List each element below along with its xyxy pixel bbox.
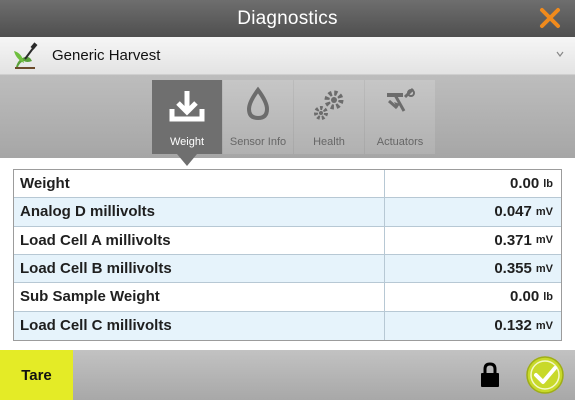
table-row: Sub Sample Weight 0.00 lb	[14, 283, 561, 312]
gears-icon	[314, 90, 344, 120]
actuator-icon	[387, 87, 415, 112]
table-row: Weight 0.00 lb	[14, 170, 561, 199]
row-name: Weight	[14, 170, 385, 198]
row-name: Analog D millivolts	[14, 198, 385, 226]
close-icon[interactable]	[537, 5, 563, 31]
selector-value: Generic Harvest	[52, 47, 161, 64]
harvest-selector[interactable]: Generic Harvest	[0, 37, 575, 75]
tab-sensor-info[interactable]: Sensor Info	[223, 80, 293, 154]
table-row: Load Cell C millivolts 0.132 mV	[14, 311, 561, 340]
crop-sprout-icon	[14, 41, 38, 69]
row-unit: lb	[543, 177, 553, 190]
row-value-cell: 0.00 lb	[385, 170, 561, 197]
tab-bar: Weight Sensor Info Health Actuators	[0, 75, 575, 166]
droplet-icon	[246, 86, 270, 121]
row-value: 0.371	[494, 231, 532, 249]
tab-actuators-label: Actuators	[376, 136, 424, 148]
row-name: Load Cell C millivolts	[14, 311, 385, 340]
row-value: 0.00	[510, 288, 540, 306]
row-value-cell: 0.355 mV	[385, 255, 561, 282]
tab-sensor-info-label: Sensor Info	[229, 136, 287, 148]
download-icon	[169, 91, 205, 122]
diagnostics-table: Weight 0.00 lb Analog D millivolts 0.047 m…	[13, 169, 562, 341]
tab-weight[interactable]: Weight	[152, 80, 222, 166]
row-unit: lb	[543, 290, 553, 303]
row-value-cell: 0.00 lb	[385, 283, 561, 310]
row-unit: mV	[535, 234, 553, 247]
row-unit: mV	[535, 205, 553, 218]
confirm-check-icon[interactable]	[525, 355, 565, 395]
window-title: Diagnostics	[237, 7, 338, 29]
row-unit: mV	[535, 319, 553, 332]
row-name: Sub Sample Weight	[14, 283, 385, 311]
table-row: Load Cell B millivolts 0.355 mV	[14, 254, 561, 284]
row-value-cell: 0.371 mV	[385, 227, 561, 254]
bottom-bar: Tare	[0, 350, 575, 400]
row-value: 0.047	[494, 203, 532, 221]
table-row: Load Cell A millivolts 0.371 mV	[14, 226, 561, 255]
row-value-cell: 0.132 mV	[385, 312, 561, 340]
row-value: 0.355	[494, 260, 532, 278]
title-bar: Diagnostics	[0, 0, 575, 37]
tab-weight-label: Weight	[169, 136, 205, 148]
tab-health[interactable]: Health	[294, 80, 364, 154]
tab-actuators[interactable]: Actuators	[365, 80, 435, 154]
tare-button[interactable]: Tare	[0, 350, 73, 400]
row-unit: mV	[535, 262, 553, 275]
row-value: 0.132	[494, 317, 532, 335]
tab-health-label: Health	[313, 136, 345, 148]
lock-icon[interactable]	[480, 362, 500, 388]
row-name: Load Cell B millivolts	[14, 254, 385, 283]
row-name: Load Cell A millivolts	[14, 226, 385, 254]
row-value-cell: 0.047 mV	[385, 198, 561, 225]
row-value: 0.00	[510, 175, 540, 193]
table-row: Analog D millivolts 0.047 mV	[14, 198, 561, 227]
chevron-down-icon[interactable]	[555, 49, 565, 59]
